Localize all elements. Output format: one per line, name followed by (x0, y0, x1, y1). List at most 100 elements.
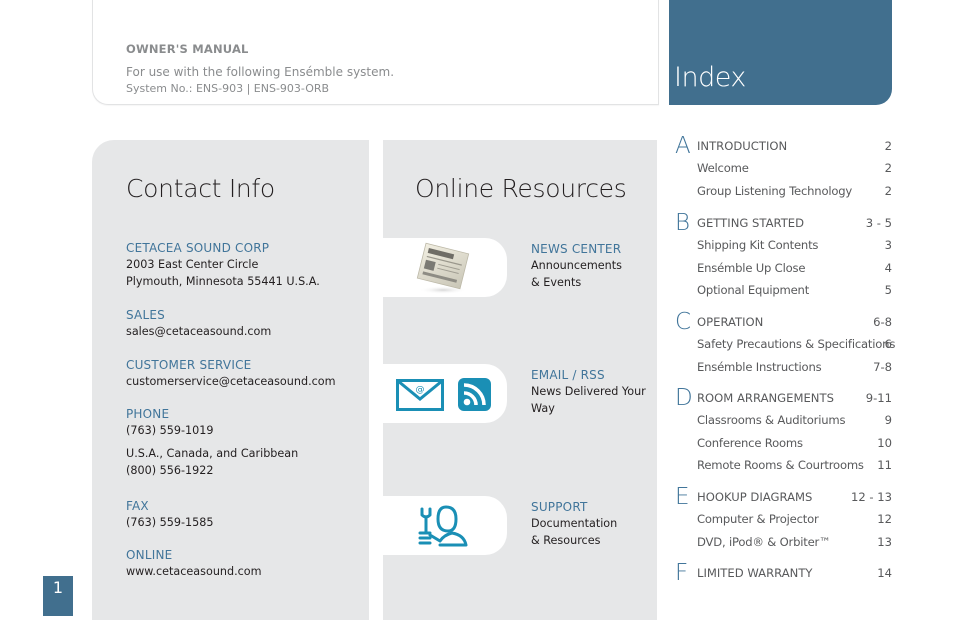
contact-label: CETACEA SOUND CORP (126, 241, 270, 255)
index-entry-page: 10 (877, 435, 892, 450)
email-rss-desc: News Delivered Your (531, 385, 646, 398)
newspaper-icon (416, 242, 470, 294)
index-entry-title: INTRODUCTION (697, 139, 788, 153)
manual-header: OWNER'S MANUAL For use with the followin… (92, 0, 659, 105)
support-card[interactable] (383, 496, 507, 555)
index-entry-page: 12 (877, 512, 892, 527)
index-chapter-entry[interactable]: A INTRODUCTION 2 (675, 133, 892, 161)
index-entry[interactable]: Ensémble Up Close 4 (675, 261, 892, 283)
index-chapter-entry[interactable]: E HOOKUP DIAGRAMS 12 - 13 (675, 484, 892, 512)
index-entry[interactable]: Shipping Kit Contents 3 (675, 238, 892, 260)
index-entry-title: Ensémble Instructions (697, 359, 822, 374)
index-section-b: B GETTING STARTED 3 - 5 Shipping Kit Conten… (675, 210, 892, 306)
index-entry[interactable]: Remote Rooms & Courtrooms 11 (675, 458, 892, 480)
email-rss-card[interactable]: @ (383, 364, 507, 423)
index-entry-title: Conference Rooms (697, 435, 803, 450)
contact-label: CUSTOMER SERVICE (126, 358, 252, 372)
index-entry[interactable]: DVD, iPod® & Orbiter™ 13 (675, 535, 892, 557)
index-entry-page: 5 (884, 283, 892, 298)
news-center-label[interactable]: NEWS CENTER (531, 241, 649, 257)
news-center-info: NEWS CENTER Announcements & Events (531, 241, 649, 291)
manual-subtitle: For use with the following Ensémble syst… (126, 65, 395, 79)
phone-region: U.S.A., Canada, and Caribbean (126, 447, 299, 460)
index-entry-page: 14 (877, 566, 892, 580)
index-entry-title: Ensémble Up Close (697, 260, 806, 275)
svg-text:@: @ (416, 385, 425, 395)
index-chapter-entry[interactable]: C OPERATION 6-8 (675, 309, 892, 337)
contact-section-company: CETACEA SOUND CORP 2003 East Center Circ… (126, 240, 320, 290)
page-number: 1 (43, 576, 73, 616)
index-section-d: D ROOM ARRANGEMENTS 9-11 Classrooms & Audit… (675, 385, 892, 481)
index-entry[interactable]: Conference Rooms 10 (675, 436, 892, 458)
index-entry-page: 13 (877, 534, 892, 549)
contact-label: FAX (126, 499, 149, 513)
index-entry-page: 12 - 13 (850, 490, 892, 504)
support-info: SUPPORT Documentation & Resources (531, 499, 649, 549)
website-link[interactable]: www.cetaceasound.com (126, 563, 262, 580)
index-section-letter: E (675, 484, 690, 510)
index-entry[interactable]: Group Listening Technology 2 (675, 184, 892, 206)
index-section-letter: B (675, 210, 691, 236)
contact-label: SALES (126, 308, 165, 322)
index-entry-title: HOOKUP DIAGRAMS (697, 490, 813, 504)
index-entry-title: Classrooms & Auditoriums (697, 413, 846, 428)
fax-number: (763) 559-1585 (126, 516, 214, 529)
news-center-desc: Announcements (531, 259, 622, 272)
index-entry[interactable]: Welcome 2 (675, 161, 892, 183)
index-entry[interactable]: Safety Precautions & Specifications 6 (675, 337, 895, 359)
index-entry-page: 9-11 (865, 391, 892, 405)
toll-free-number: (800) 556-1922 (126, 464, 214, 477)
index-entry-page: 2 (884, 183, 892, 198)
support-icon (418, 505, 468, 547)
index-chapter-entry[interactable]: F LIMITED WARRANTY 14 (675, 560, 892, 588)
news-center-card[interactable] (383, 238, 507, 297)
index-entry-title: LIMITED WARRANTY (697, 566, 813, 580)
index-entry-page: 3 (884, 238, 892, 253)
index-entry-title: Welcome (697, 161, 749, 176)
index-entry-page: 4 (884, 260, 892, 275)
index-section-f: F LIMITED WARRANTY 14 (675, 560, 892, 588)
contact-section-customer-service: CUSTOMER SERVICE customerservice@cetacea… (126, 357, 336, 390)
support-label[interactable]: SUPPORT (531, 499, 649, 515)
index-entry[interactable]: Optional Equipment 5 (675, 283, 892, 305)
index-entry-page: 6-8 (873, 315, 892, 329)
index-entry-page: 2 (884, 139, 892, 153)
contact-info-title: Contact Info (126, 174, 275, 203)
contact-address-line: 2003 East Center Circle (126, 258, 259, 271)
index-chapter-entry[interactable]: D ROOM ARRANGEMENTS 9-11 (675, 385, 892, 413)
index-entry-title: Shipping Kit Contents (697, 238, 819, 253)
index-section-c: C OPERATION 6-8 Safety Precautions & Specif… (675, 309, 895, 382)
contact-label: ONLINE (126, 548, 173, 562)
phone-number: (763) 559-1019 (126, 424, 214, 437)
index-section-letter: C (675, 309, 692, 335)
index-entry[interactable]: Computer & Projector 12 (675, 512, 892, 534)
index-entry-title: Group Listening Technology (697, 183, 853, 198)
online-resources-panel: Online Resources NEWS CENTER Announcemen… (383, 140, 657, 620)
sales-email-link[interactable]: sales@cetaceasound.com (126, 323, 271, 340)
index-entry-title: Computer & Projector (697, 512, 819, 527)
email-rss-desc: Way (531, 402, 555, 415)
customer-service-email-link[interactable]: customerservice@cetaceasound.com (126, 373, 336, 390)
contact-section-phone: PHONE (763) 559-1019 U.S.A., Canada, and… (126, 406, 298, 479)
index-chapter-entry[interactable]: B GETTING STARTED 3 - 5 (675, 210, 892, 238)
email-icon: @ (396, 379, 444, 411)
index-entry-page: 3 - 5 (865, 216, 892, 230)
system-numbers: System No.: ENS-903 | ENS-903-ORB (126, 82, 330, 95)
index-entry-title: OPERATION (697, 315, 764, 329)
contact-info-panel: Contact Info CETACEA SOUND CORP 2003 Eas… (92, 140, 369, 620)
index-entry[interactable]: Ensémble Instructions 7-8 (675, 360, 892, 382)
index-section-letter: D (675, 385, 693, 411)
email-rss-info: EMAIL / RSS News Delivered Your Way (531, 367, 649, 417)
index-header: Index (669, 0, 892, 105)
online-resources-title: Online Resources (415, 174, 627, 203)
index-entry-page: 2 (884, 161, 892, 176)
index-entry[interactable]: Classrooms & Auditoriums 9 (675, 413, 892, 435)
contact-section-fax: FAX (763) 559-1585 (126, 498, 214, 531)
index-entry-title: Optional Equipment (697, 283, 810, 298)
email-rss-label[interactable]: EMAIL / RSS (531, 367, 649, 383)
contact-label: PHONE (126, 407, 170, 421)
index-entry-page: 7-8 (873, 359, 892, 374)
index-entry-title: GETTING STARTED (697, 216, 805, 230)
index-entry-title: DVD, iPod® & Orbiter™ (697, 534, 831, 549)
index-entry-page: 11 (877, 458, 892, 473)
